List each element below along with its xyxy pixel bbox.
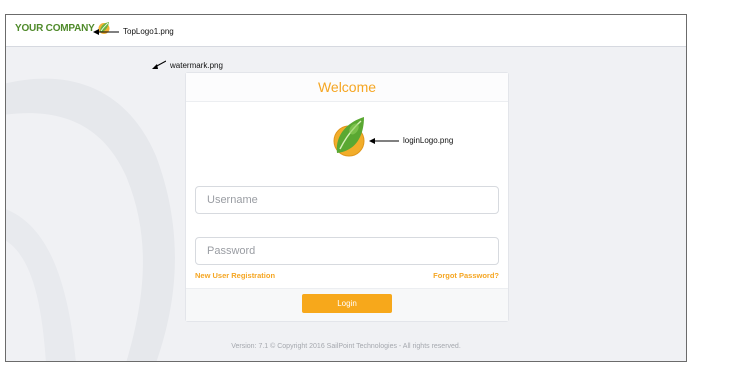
top-logo-annotation: TopLogo1.png <box>93 27 174 36</box>
watermark-annotation: watermark.png <box>152 60 223 70</box>
company-name: YOUR COMPANY <box>15 22 95 34</box>
welcome-title: Welcome <box>317 79 377 95</box>
card-footer: Login <box>186 288 508 321</box>
copyright-text: Version: 7.1 © Copyright 2016 SailPoint … <box>231 343 461 350</box>
forgot-password-link[interactable]: Forgot Password? <box>433 271 499 280</box>
login-logo-image <box>333 117 365 157</box>
watermark-image <box>6 78 175 361</box>
top-logo-annotation-label: TopLogo1.png <box>123 27 174 36</box>
password-input[interactable]: Password <box>195 237 499 265</box>
login-logo-annotation-label: loginLogo.png <box>403 136 454 145</box>
password-placeholder: Password <box>207 245 256 257</box>
watermark-annotation-label: watermark.png <box>170 60 223 70</box>
login-card: Welcome Username Password New User Regis… <box>185 72 509 322</box>
login-logo-annotation: loginLogo.png <box>369 136 453 145</box>
username-input[interactable]: Username <box>195 186 499 214</box>
arrow-left-icon <box>93 28 119 35</box>
arrow-down-left-icon <box>152 60 166 69</box>
arrow-left-icon <box>369 137 399 144</box>
app-window: YOUR COMPANY Welcome Username Password N… <box>5 14 687 362</box>
username-placeholder: Username <box>207 194 258 206</box>
new-user-registration-link[interactable]: New User Registration <box>195 271 275 280</box>
login-button[interactable]: Login <box>302 294 392 313</box>
card-header: Welcome <box>186 73 508 102</box>
